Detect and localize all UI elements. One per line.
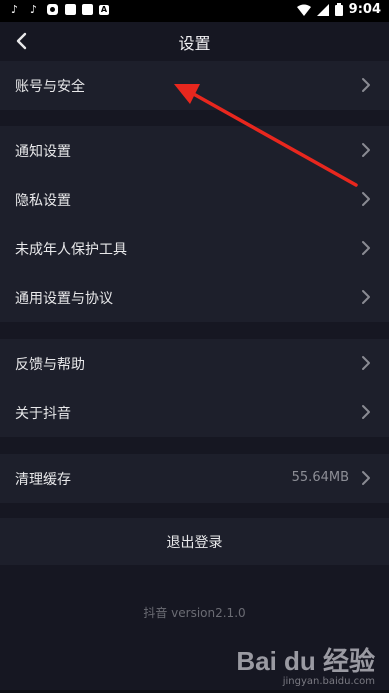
chevron-right-icon (362, 405, 370, 419)
chevron-right-icon (362, 290, 370, 304)
menu-item-label: 通知设置 (15, 144, 71, 160)
status-right: 9:04 (296, 2, 381, 17)
wifi-icon (296, 4, 311, 16)
battery-icon (334, 3, 343, 16)
page-title: 设置 (178, 34, 211, 53)
a-icon: A (99, 4, 109, 15)
logout-button[interactable]: 退出登录 (0, 518, 389, 565)
menu-item-label: 未成年人保护工具 (15, 242, 127, 258)
chevron-right-icon (362, 78, 370, 92)
chevron-right-icon (362, 143, 370, 157)
menu-item-label: 反馈与帮助 (15, 357, 85, 373)
version-text: 抖音 version2.1.0 (143, 606, 246, 620)
menu-item-minor-protection[interactable]: 未成年人保护工具 (0, 224, 389, 273)
tiktok-icon: ♪ (29, 3, 38, 16)
chevron-right-icon (362, 356, 370, 370)
chevron-right-icon (362, 241, 370, 255)
signal-icon (316, 3, 329, 16)
status-bar: ♪ ♪ A 9:04 (0, 0, 389, 22)
square-icon (65, 4, 76, 15)
chevron-right-icon (362, 471, 370, 485)
menu-item-notification[interactable]: 通知设置 (0, 126, 389, 175)
menu-item-label: 账号与安全 (15, 79, 85, 95)
logout-label: 退出登录 (166, 535, 223, 551)
top-bar: 设置 (0, 22, 389, 60)
tiktok-icon: ♪ (10, 3, 19, 16)
menu-item-feedback[interactable]: 反馈与帮助 (0, 339, 389, 388)
chevron-right-icon (362, 192, 370, 206)
baidu-watermark: Bai du 经验 jingyan.baidu.com (236, 641, 375, 687)
menu-item-label: 隐私设置 (15, 193, 71, 209)
cache-size: 55.64MB (291, 470, 349, 485)
notification-icons: ♪ ♪ A (8, 3, 109, 16)
app-icon (46, 3, 59, 16)
menu-item-label: 关于抖音 (15, 406, 71, 422)
menu-item-about[interactable]: 关于抖音 (0, 388, 389, 437)
account-group: 账号与安全 (0, 61, 389, 110)
cache-group: 清理缓存 55.64MB (0, 454, 389, 503)
clock: 9:04 (348, 2, 381, 17)
help-group: 反馈与帮助 关于抖音 (0, 339, 389, 437)
watermark-logo: Bai du 经验 (236, 646, 375, 676)
menu-item-account-security[interactable]: 账号与安全 (0, 61, 389, 110)
settings-group: 通知设置 隐私设置 未成年人保护工具 通用设置与协议 (0, 126, 389, 322)
menu-item-label: 通用设置与协议 (15, 291, 113, 307)
menu-item-clear-cache[interactable]: 清理缓存 55.64MB (0, 454, 389, 503)
menu-item-label: 清理缓存 (15, 472, 71, 488)
square-icon (82, 4, 93, 15)
menu-item-general-settings[interactable]: 通用设置与协议 (0, 273, 389, 322)
menu-item-privacy[interactable]: 隐私设置 (0, 175, 389, 224)
